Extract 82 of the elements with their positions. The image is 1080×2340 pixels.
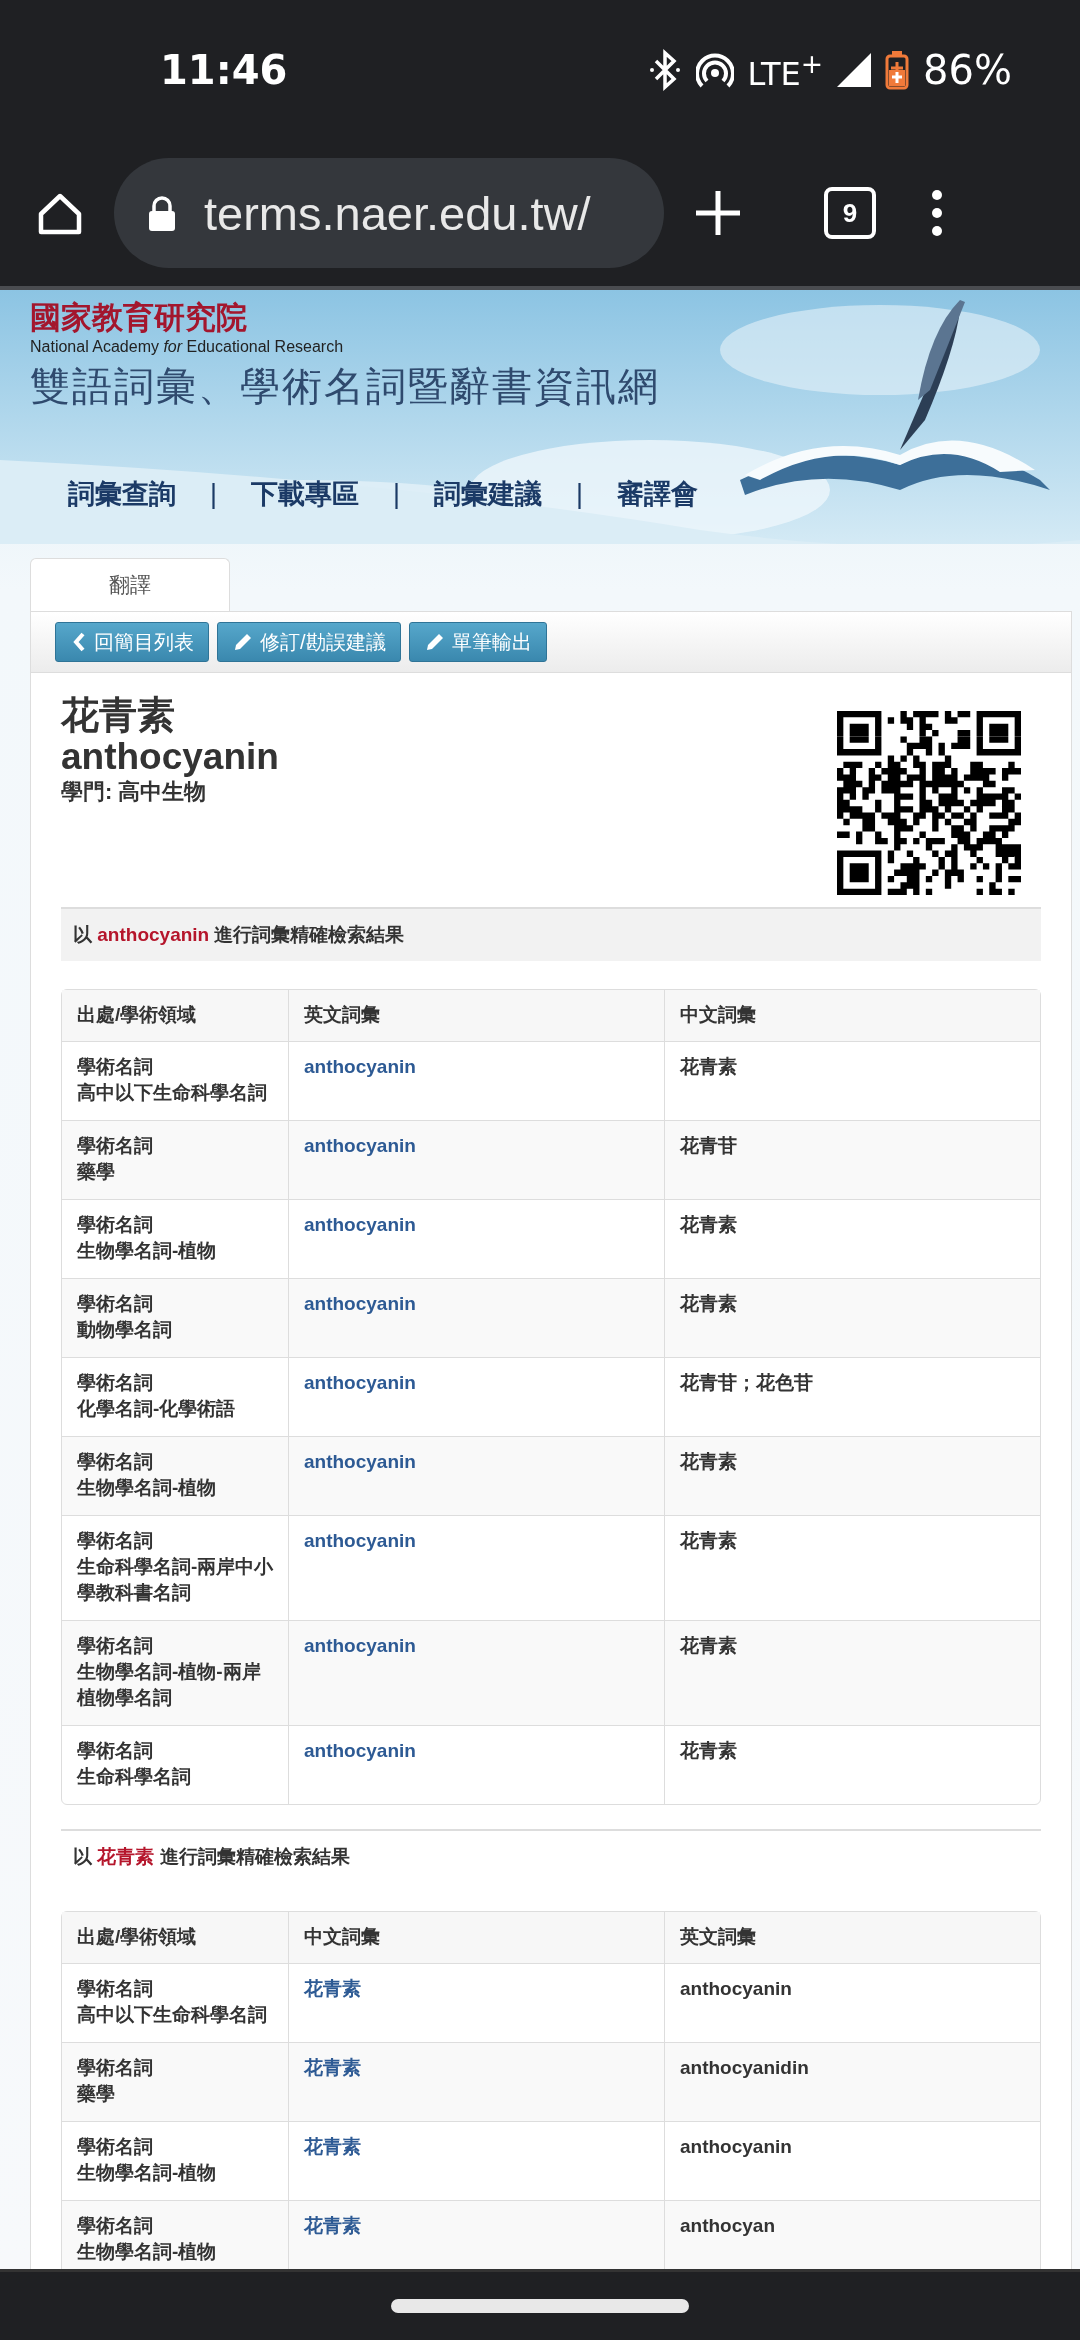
term-link[interactable]: anthocyanin — [304, 1635, 416, 1656]
menu-icon[interactable] — [930, 189, 944, 237]
table-cell-text: 花青素 — [679, 1739, 738, 1763]
nav-link[interactable]: 下載專區 — [251, 476, 359, 512]
term-link[interactable]: anthocyanin — [304, 1214, 416, 1235]
field-label: 動物學名詞 — [77, 1318, 173, 1342]
term-link[interactable]: anthocyanin — [304, 1293, 416, 1314]
column-header: 中文詞彙 — [289, 1912, 665, 1964]
site-title: 雙語詞彙、學術名詞暨辭書資訊網 — [30, 363, 660, 410]
institute-logo-text: 國家教育研究院 — [30, 298, 247, 336]
source-label: 學術名詞 — [77, 1529, 154, 1553]
term-link[interactable]: 花青素 — [304, 2215, 361, 2236]
field-label: 藥學 — [77, 2082, 116, 2106]
tab[interactable]: 翻譯 — [30, 558, 230, 611]
table-cell: 花青素 — [665, 1621, 1040, 1726]
source-label: 學術名詞 — [77, 1292, 154, 1316]
source-label: 學術名詞 — [77, 2135, 154, 2159]
tab-count[interactable]: 9 — [824, 187, 876, 239]
source-label: 學術名詞 — [77, 1055, 154, 1079]
field-label: 藥學 — [77, 1160, 116, 1184]
field-label: 高中以下生命科學名詞 — [77, 1081, 268, 1105]
address-bar[interactable]: terms.naer.edu.tw/ — [114, 158, 664, 268]
nav-link[interactable]: 詞彙查詢 — [68, 476, 176, 512]
nav-separator: | — [576, 478, 584, 510]
source-label: 學術名詞 — [77, 1739, 154, 1763]
field-label: 生物學名詞-植物 — [77, 2240, 218, 2264]
hotspot-icon — [695, 51, 734, 89]
source-label: 學術名詞 — [77, 1213, 154, 1237]
battery-percent: 86% — [923, 47, 1012, 93]
term-link[interactable]: anthocyanin — [304, 1530, 416, 1551]
field-label: 生命科學名詞-兩岸中小學教科書名詞 — [77, 1555, 275, 1605]
column-header: 出處/學術領域 — [62, 1912, 289, 1964]
lock-icon — [146, 195, 178, 231]
field-label: 化學名詞-化學術語 — [77, 1397, 237, 1421]
nav-separator: | — [393, 478, 401, 510]
term-link[interactable]: anthocyanin — [304, 1740, 416, 1761]
clock-time: 11:46 — [160, 47, 289, 93]
result-caption: 以 anthocyanin 進行詞彙精確檢索結果 — [61, 907, 1041, 961]
term-link[interactable]: anthocyanin — [304, 1451, 416, 1472]
source-label: 學術名詞 — [77, 1371, 154, 1395]
column-header: 英文詞彙 — [289, 990, 665, 1042]
field-label: 生物學名詞-植物 — [77, 2161, 218, 2185]
field-label: 高中以下生命科學名詞 — [77, 2003, 268, 2027]
nav-separator: | — [210, 478, 217, 510]
table-cell: 花青素 — [665, 1279, 1040, 1358]
column-header: 出處/學術領域 — [62, 990, 289, 1042]
signal-icon — [837, 53, 872, 87]
institute-english-name: National Academy for Educational Research — [30, 337, 344, 357]
field-label: 生命科學名詞 — [77, 1765, 192, 1789]
term-link[interactable]: 花青素 — [304, 2136, 361, 2157]
network-type: LTE$^{+}$ — [747, 47, 824, 93]
term-link[interactable]: anthocyanin — [304, 1056, 416, 1077]
table-cell: anthocyanidin — [665, 2043, 1040, 2122]
source-label: 學術名詞 — [77, 1134, 154, 1158]
term-discipline: 學門: 高中生物 — [61, 778, 207, 806]
term-link[interactable]: 花青素 — [304, 2057, 361, 2078]
term-english: anthocyanin — [61, 737, 279, 777]
term-link[interactable]: anthocyanin — [304, 1135, 416, 1156]
source-label: 學術名詞 — [77, 2056, 154, 2080]
term-link[interactable]: anthocyanin — [304, 1372, 416, 1393]
nav-link[interactable]: 審譯會 — [617, 476, 699, 512]
field-label: 生物學名詞-植物 — [77, 1239, 218, 1263]
table-cell: anthocyan — [665, 2201, 1040, 2269]
table-cell: 花青素 — [665, 1437, 1040, 1516]
result-caption: 以 花青素 進行詞彙精確檢索結果 — [61, 1829, 1041, 1883]
term-chinese: 花青素 — [61, 693, 175, 737]
field-label: 生物學名詞-植物-兩岸植物學名詞 — [77, 1660, 262, 1710]
plus-icon[interactable] — [694, 189, 742, 237]
source-label: 學術名詞 — [77, 1977, 154, 2001]
bluetooth-icon — [647, 49, 682, 91]
pencil-icon — [232, 631, 254, 653]
battery-icon — [885, 50, 910, 90]
gesture-handle[interactable] — [391, 2299, 689, 2313]
field-label: 生物學名詞-植物 — [77, 1476, 218, 1500]
column-header: 中文詞彙 — [665, 990, 1040, 1042]
source-label: 學術名詞 — [77, 1634, 154, 1658]
term-link[interactable]: 花青素 — [304, 1978, 361, 1999]
source-label: 學術名詞 — [77, 2214, 154, 2238]
nav-link[interactable]: 詞彙建議 — [434, 476, 543, 512]
column-header: 英文詞彙 — [665, 1912, 1040, 1964]
source-label: 學術名詞 — [77, 1450, 154, 1474]
table-cell: 花青苷 — [665, 1121, 1040, 1200]
